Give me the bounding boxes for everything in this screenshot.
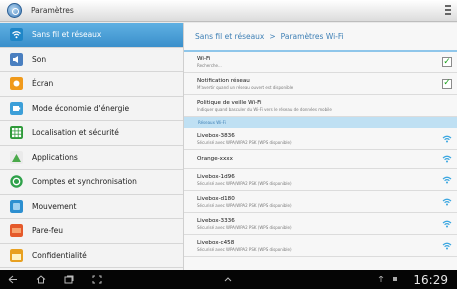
sidebar-item-label: Écran	[32, 79, 54, 89]
sidebar-item-firewall[interactable]: Pare-feu	[0, 219, 183, 244]
recent-apps-icon[interactable]	[64, 275, 74, 284]
network-name: Livebox-c458	[197, 239, 235, 246]
section-header-label: Réseaux Wi-Fi	[198, 120, 226, 125]
grid-lock-icon	[10, 126, 23, 140]
setting-title: Politique de veille Wi-Fi	[197, 99, 262, 106]
setting-wifi[interactable]: Wi-Fi Recherche... ✓	[184, 52, 457, 73]
setting-title: Wi-Fi	[197, 56, 211, 62]
breadcrumb-current: Paramètres Wi-Fi	[280, 32, 344, 41]
sidebar-item-label: Mouvement	[32, 201, 77, 211]
network-security: Sécurisé avec WPA/WPA2 PSK (WPS disponib…	[197, 246, 292, 252]
network-security: Sécurisé avec WPA/WPA2 PSK (WPS disponib…	[197, 180, 292, 186]
breadcrumb: Sans fil et réseaux > Paramètres Wi-Fi	[184, 23, 457, 52]
network-item[interactable]: Livebox-1d96 Sécurisé avec WPA/WPA2 PSK …	[184, 169, 457, 191]
settings-sidebar: Sans fil et réseaux Son Écran Mode écono…	[0, 23, 183, 270]
sidebar-item-power-saving[interactable]: Mode économie d'énergie	[0, 97, 183, 121]
firewall-icon	[10, 224, 23, 238]
system-navigation-bar: 16:29	[0, 270, 457, 289]
notification-icon	[393, 277, 397, 281]
wifi-settings-panel: Sans fil et réseaux > Paramètres Wi-Fi W…	[183, 23, 457, 270]
screenshot-icon[interactable]	[92, 275, 102, 284]
chevron-up-icon[interactable]	[223, 275, 233, 284]
sidebar-item-label: Confidentialité	[32, 250, 87, 260]
sidebar-item-accounts-sync[interactable]: Comptes et synchronisation	[0, 170, 183, 195]
setting-subtitle: Recherche...	[197, 63, 222, 68]
network-item[interactable]: Orange-xxxx	[184, 150, 457, 169]
network-item[interactable]: Livebox-c458 Sécurisé avec WPA/WPA2 PSK …	[184, 235, 457, 257]
breadcrumb-parent[interactable]: Sans fil et réseaux	[195, 32, 264, 41]
usb-icon	[378, 276, 384, 282]
wifi-networks-header: Réseaux Wi-Fi	[184, 117, 457, 128]
sidebar-item-wireless[interactable]: Sans fil et réseaux	[0, 23, 183, 48]
brightness-icon	[10, 77, 23, 91]
breadcrumb-separator: >	[269, 32, 276, 41]
network-security: Sécurisé avec WPA/WPA2 PSK (WPS disponib…	[197, 224, 292, 230]
sidebar-item-display[interactable]: Écran	[0, 72, 183, 97]
network-name: Livebox-d180	[197, 195, 235, 202]
wifi-signal-locked-icon	[442, 220, 452, 227]
sidebar-item-label: Sans fil et réseaux	[32, 30, 102, 40]
sidebar-item-label: Pare-feu	[32, 226, 64, 236]
network-security: Sécurisé avec WPA/WPA2 PSK (WPS disponib…	[197, 202, 292, 208]
setting-subtitle: M'avertir quand un réseau ouvert est dis…	[197, 84, 294, 90]
sidebar-item-label: Mode économie d'énergie	[32, 103, 130, 113]
motion-icon	[10, 199, 23, 213]
sidebar-item-sound[interactable]: Son	[0, 48, 183, 72]
privacy-icon	[10, 248, 23, 262]
setting-title: Notification réseau	[197, 77, 250, 84]
sidebar-item-applications[interactable]: Applications	[0, 146, 183, 170]
wifi-checkbox[interactable]: ✓	[442, 57, 452, 67]
network-item[interactable]: Livebox-3836 Sécurisé avec WPA/WPA2 PSK …	[184, 128, 457, 150]
window-title: Paramètres	[31, 6, 74, 15]
network-security: Sécurisé avec WPA/WPA2 PSK (WPS disponib…	[197, 139, 292, 145]
title-bar: Paramètres	[0, 0, 457, 22]
setting-network-notification[interactable]: Notification réseau M'avertir quand un r…	[184, 73, 457, 95]
network-name: Livebox-3336	[197, 217, 235, 224]
sidebar-item-location-security[interactable]: Localisation et sécurité	[0, 121, 183, 146]
network-item[interactable]: Livebox-3336 Sécurisé avec WPA/WPA2 PSK …	[184, 213, 457, 235]
network-name: Orange-xxxx	[197, 156, 233, 162]
wifi-icon	[10, 28, 23, 42]
battery-icon	[10, 101, 23, 115]
sidebar-item-privacy[interactable]: Confidentialité	[0, 244, 183, 268]
network-item[interactable]: Livebox-d180 Sécurisé avec WPA/WPA2 PSK …	[184, 191, 457, 213]
network-notification-checkbox[interactable]: ✓	[442, 78, 452, 89]
wifi-signal-icon	[442, 155, 452, 163]
network-name: Livebox-3836	[197, 132, 235, 139]
speaker-icon	[10, 52, 23, 66]
sidebar-item-label: Applications	[32, 152, 78, 162]
setting-subtitle: Indiquer quand basculer du Wi-Fi vers le…	[197, 106, 332, 112]
clock: 16:29	[413, 273, 448, 287]
setting-wifi-sleep-policy[interactable]: Politique de veille Wi-Fi Indiquer quand…	[184, 95, 457, 117]
wifi-signal-locked-icon	[442, 242, 452, 249]
wifi-signal-locked-icon	[442, 198, 452, 205]
home-icon[interactable]	[36, 275, 46, 284]
sidebar-item-motion[interactable]: Mouvement	[0, 195, 183, 219]
wifi-signal-locked-icon	[442, 135, 452, 142]
sidebar-item-label: Localisation et sécurité	[32, 128, 119, 138]
network-name: Livebox-1d96	[197, 173, 235, 180]
settings-app-icon	[7, 3, 22, 18]
wifi-signal-locked-icon	[442, 176, 452, 183]
sidebar-item-label: Son	[32, 54, 47, 64]
apps-icon	[10, 150, 23, 164]
sync-icon	[10, 175, 23, 188]
sidebar-item-label: Comptes et synchronisation	[32, 177, 137, 187]
back-icon[interactable]	[8, 275, 18, 284]
overflow-menu-icon[interactable]	[445, 5, 451, 15]
